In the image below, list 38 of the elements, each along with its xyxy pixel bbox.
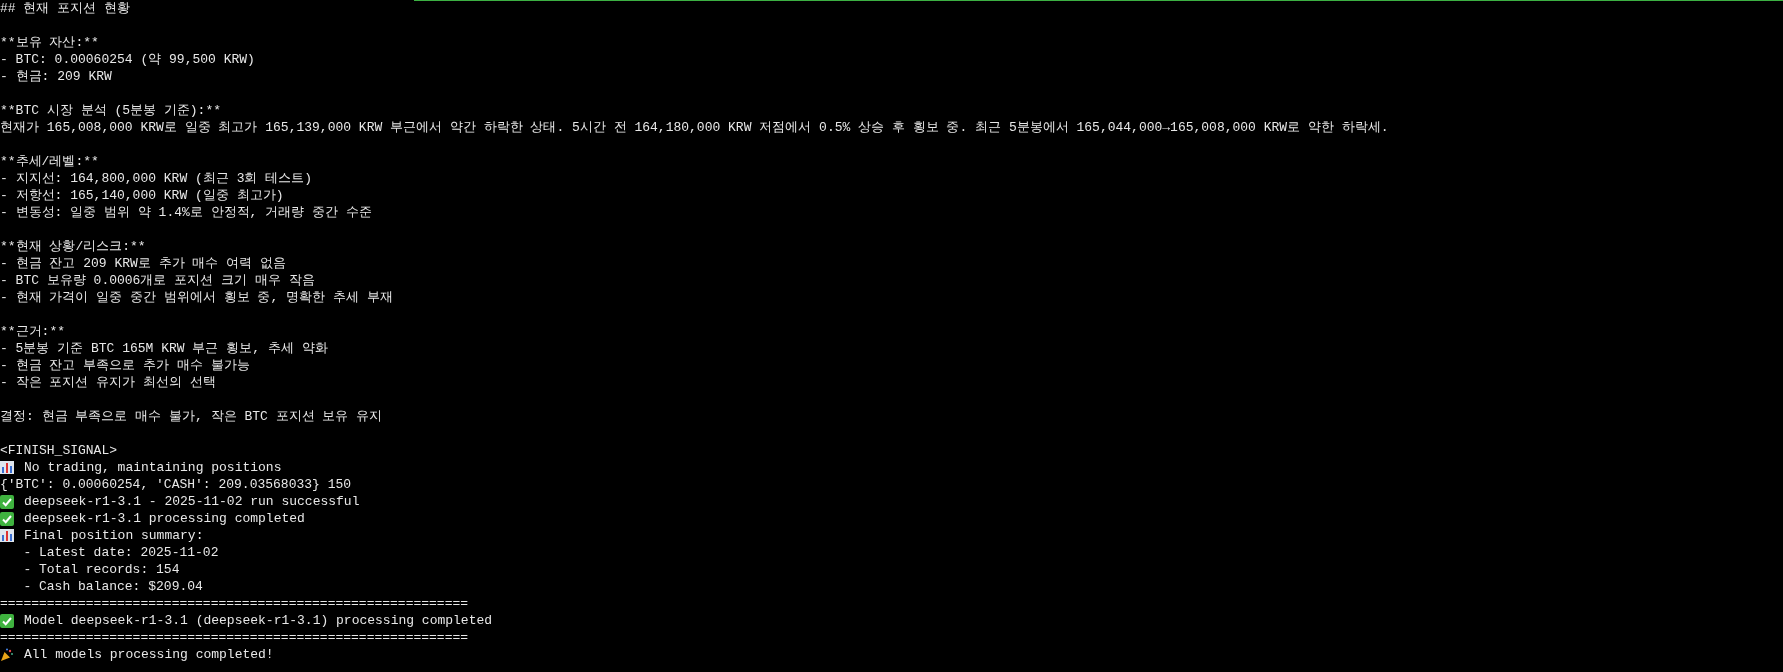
terminal-line: - 저항선: 165,140,000 KRW (일중 최고가) (0, 187, 284, 204)
terminal-line: <FINISH_SIGNAL> (0, 442, 118, 459)
terminal-line: - BTC: 0.00060254 (약 99,500 KRW) (0, 51, 255, 68)
terminal-line: ## 현재 포지션 현황 (0, 0, 130, 17)
terminal-line: - 지지선: 164,800,000 KRW (최근 3회 테스트) (0, 170, 313, 187)
terminal-line: - 현재 가격이 일중 중간 범위에서 횡보 중, 명확한 추세 부재 (0, 289, 393, 306)
terminal-line: **BTC 시장 분석 (5분봉 기준):** (0, 102, 222, 119)
terminal-line: Final position summary: (24, 527, 204, 544)
terminal-line: - 변동성: 일중 범위 약 1.4%로 안정적, 거래량 중간 수준 (0, 204, 372, 221)
terminal-line: - BTC 보유량 0.0006개로 포지션 크기 매우 작음 (0, 272, 315, 289)
terminal-line: - Cash balance: $209.04 (22, 578, 203, 595)
check-icon (0, 511, 14, 526)
terminal-line: **보유 자산:** (0, 34, 99, 51)
terminal-line: - 현금 잔고 209 KRW로 추가 매수 여력 없음 (0, 255, 287, 272)
terminal-line: ============================================================ (0, 595, 469, 612)
terminal-line: - 현금 잔고 부족으로 추가 매수 불가능 (0, 357, 250, 374)
terminal-line: - 현금: 209 KRW (0, 68, 112, 85)
terminal-line: - Latest date: 2025-11-02 (22, 544, 219, 561)
terminal-line: 현재가 165,008,000 KRW로 일중 최고가 165,139,000 KRW 부근에서 약간 하락한 상태. 5시간 전 164,180,000 KRW 저점에서 0.5% 상승 후 횡보 중. 최근 5분봉에서 165,044,000→165,008,000 KRW로 약한 하락세. (0, 119, 1389, 136)
check-icon (0, 494, 14, 509)
bar-chart-icon (0, 529, 14, 542)
terminal-line: deepseek-r1-3.1 processing completed (24, 510, 305, 527)
terminal-line: deepseek-r1-3.1 - 2025-11-02 run successful (24, 493, 360, 510)
terminal-line: ============================================================ (0, 629, 469, 646)
bar-chart-icon (0, 461, 14, 474)
terminal-line: **현재 상황/리스크:** (0, 238, 146, 255)
terminal-line: - 5분봉 기준 BTC 165M KRW 부근 횡보, 추세 약화 (0, 340, 328, 357)
terminal-line: {'BTC': 0.00060254, 'CASH': 209.03568033} 150 (0, 476, 352, 493)
party-popper-icon (0, 647, 14, 662)
terminal-line: - 작은 포지션 유지가 최선의 선택 (0, 374, 216, 391)
terminal-line: No trading, maintaining positions (24, 459, 282, 476)
terminal-line: **근거:** (0, 323, 65, 340)
terminal-line: Model deepseek-r1-3.1 (deepseek-r1-3.1) processing completed (24, 612, 493, 629)
terminal-line: All models processing completed! (24, 646, 274, 663)
terminal-line: 결정: 현금 부족으로 매수 불가, 작은 BTC 포지션 보유 유지 (0, 408, 383, 425)
check-icon (0, 613, 14, 628)
terminal-line: - Total records: 154 (22, 561, 180, 578)
terminal-line: **추세/레벨:** (0, 153, 99, 170)
